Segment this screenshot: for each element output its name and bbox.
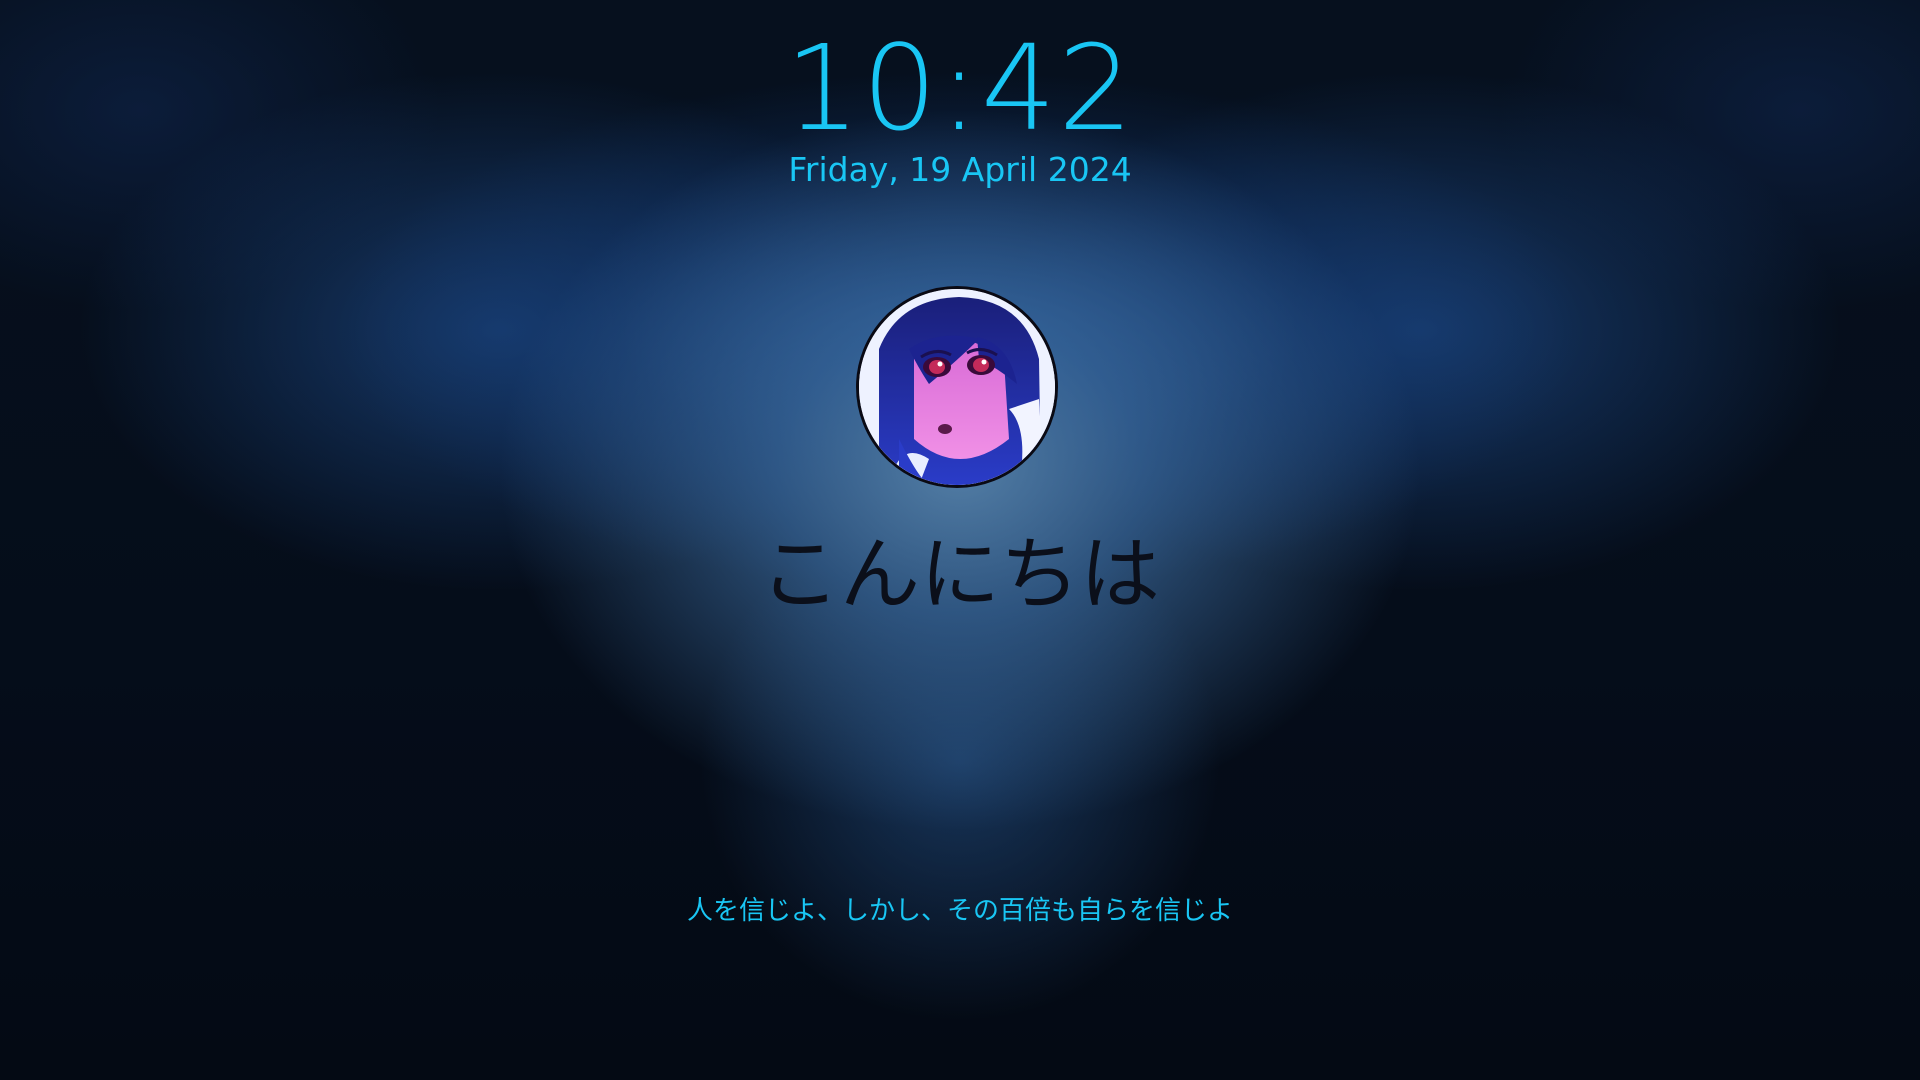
clock-time: 10:42 [784,19,1136,157]
greeting-text: こんにちは [760,528,1160,621]
avatar-portrait-image [859,289,1055,485]
lock-screen: 10:42 Friday, 19 April 2024 こんにちは 人を信じよ、… [0,0,1920,1080]
quote-text: 人を信じよ、しかし、その百倍も自らを信じよ [686,896,1233,926]
user-avatar[interactable] [856,286,1058,488]
clock-date: Friday, 19 April 2024 [788,150,1132,189]
